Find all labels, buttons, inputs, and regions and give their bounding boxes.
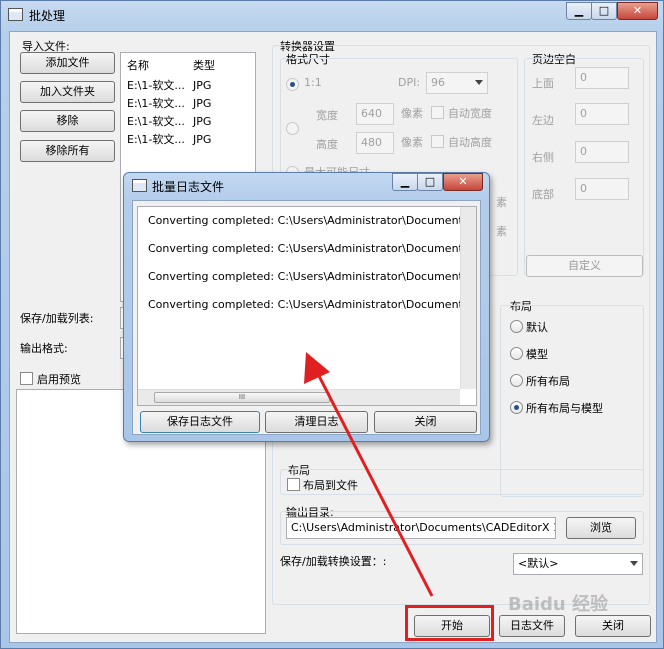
arrow-annotation [304, 352, 434, 597]
watermark: Baidu 经验 [508, 594, 609, 615]
arrow-head [304, 352, 330, 384]
arrow-line [316, 373, 434, 597]
